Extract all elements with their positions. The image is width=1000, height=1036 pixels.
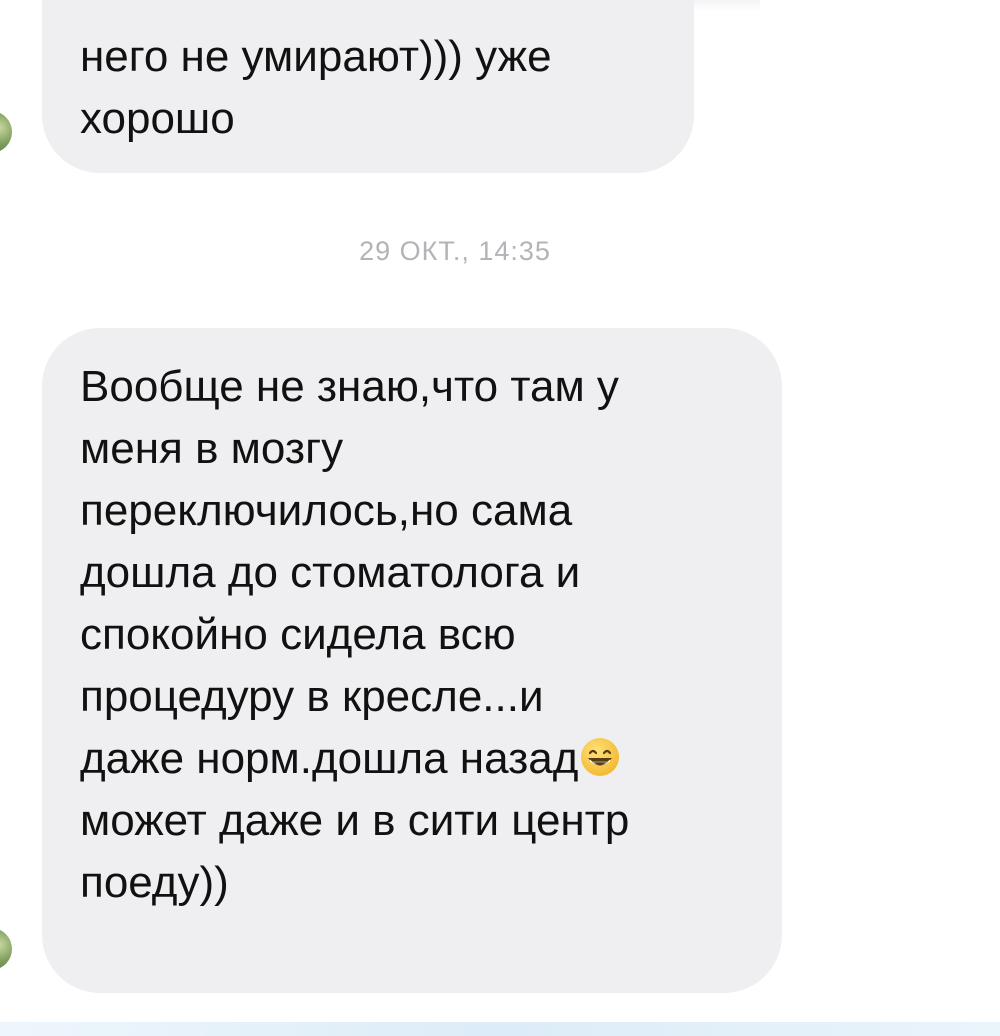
message-text: Вообще не знаю,что там у меня в мозгу пе… [80, 362, 619, 783]
message-text: него не умирают))) уже хорошо [80, 32, 552, 143]
sender-avatar[interactable] [0, 928, 12, 970]
message-bubble[interactable]: него не умирают))) уже хорошо [42, 0, 694, 173]
sender-avatar[interactable] [0, 111, 12, 153]
message-timestamp: 29 ОКТ., 14:35 [359, 236, 551, 266]
grinning-face-emoji-icon [580, 737, 620, 777]
input-bar-edge [0, 1022, 1000, 1036]
message-bubble[interactable]: Вообще не знаю,что там у меня в мозгу пе… [42, 328, 782, 993]
message-text-continued: может даже и в сити центр поеду)) [80, 796, 630, 907]
